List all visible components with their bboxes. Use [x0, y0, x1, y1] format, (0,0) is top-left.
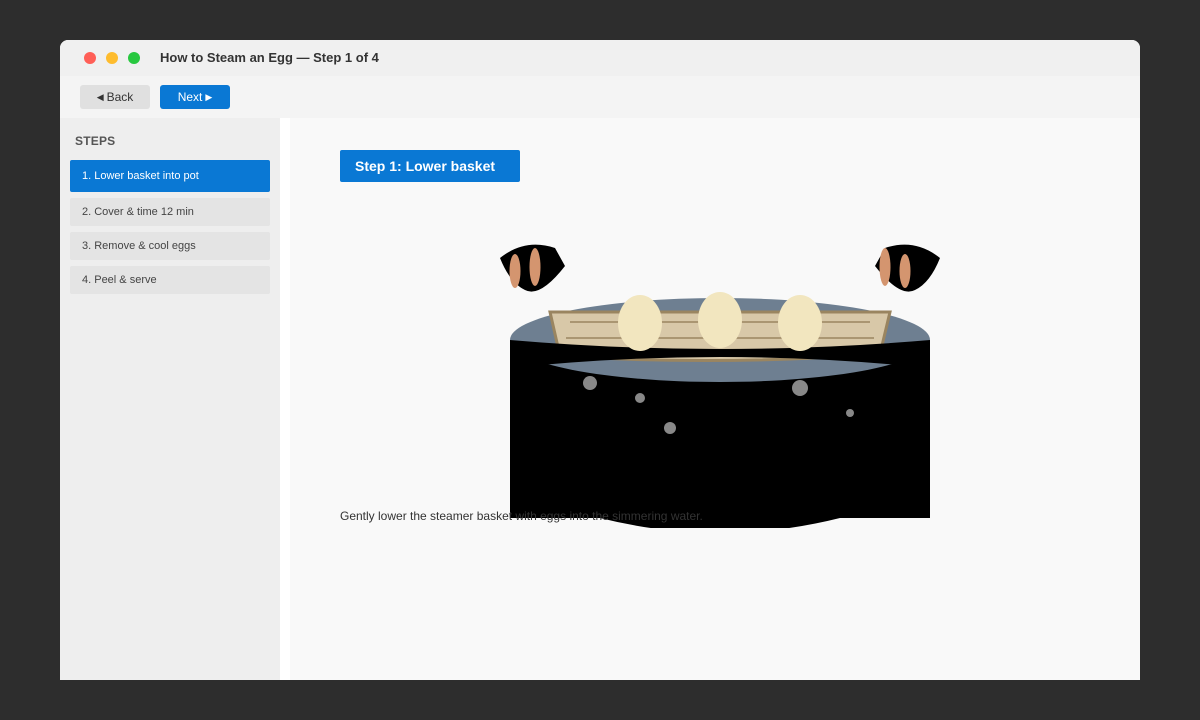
next-button[interactable]: Next ▶ [160, 85, 230, 109]
sidebar-item-step-3[interactable]: 3. Remove & cool eggs [70, 232, 270, 260]
left-hand-icon [500, 244, 565, 292]
sidebar-item-label: 1. Lower basket into pot [82, 170, 199, 182]
triangle-right-icon: ▶ [205, 91, 213, 102]
sidebar-item-step-2[interactable]: 2. Cover & time 12 min [70, 198, 270, 226]
title-bar: How to Steam an Egg — Step 1 of 4 [60, 40, 1140, 76]
maximize-window-button[interactable] [128, 52, 140, 64]
back-button-label: Back [106, 90, 134, 104]
triangle-left-icon: ◀ [96, 91, 104, 102]
next-button-label: Next [177, 90, 203, 104]
sidebar-item-label: 4. Peel & serve [82, 274, 157, 286]
sidebar-item-label: 2. Cover & time 12 min [82, 206, 194, 218]
sidebar-item-step-1[interactable]: 1. Lower basket into pot [70, 160, 270, 192]
step-content: Step 1: Lower basket Gently lower the st… [290, 118, 1140, 680]
back-button[interactable]: ◀ Back [80, 85, 150, 109]
window-title: How to Steam an Egg — Step 1 of 4 [160, 50, 379, 65]
steps-sidebar: STEPS 1. Lower basket into pot 2. Cover … [60, 118, 280, 680]
steaming-pot-illustration [500, 244, 940, 528]
close-window-button[interactable] [84, 52, 96, 64]
egg-icon [618, 292, 822, 351]
toolbar: ◀ Back Next ▶ [60, 76, 1140, 118]
app-window: How to Steam an Egg — Step 1 of 4 ◀ Back… [60, 40, 1140, 680]
sidebar-item-step-4[interactable]: 4. Peel & serve [70, 266, 270, 294]
right-hand-icon [875, 244, 940, 292]
sidebar-item-label: 3. Remove & cool eggs [82, 240, 196, 252]
minimize-window-button[interactable] [106, 52, 118, 64]
sidebar-divider [280, 118, 290, 680]
step-title: Step 1: Lower basket [340, 150, 520, 182]
steps-heading: STEPS [75, 134, 116, 148]
step-caption: Gently lower the steamer basket with egg… [340, 509, 703, 523]
